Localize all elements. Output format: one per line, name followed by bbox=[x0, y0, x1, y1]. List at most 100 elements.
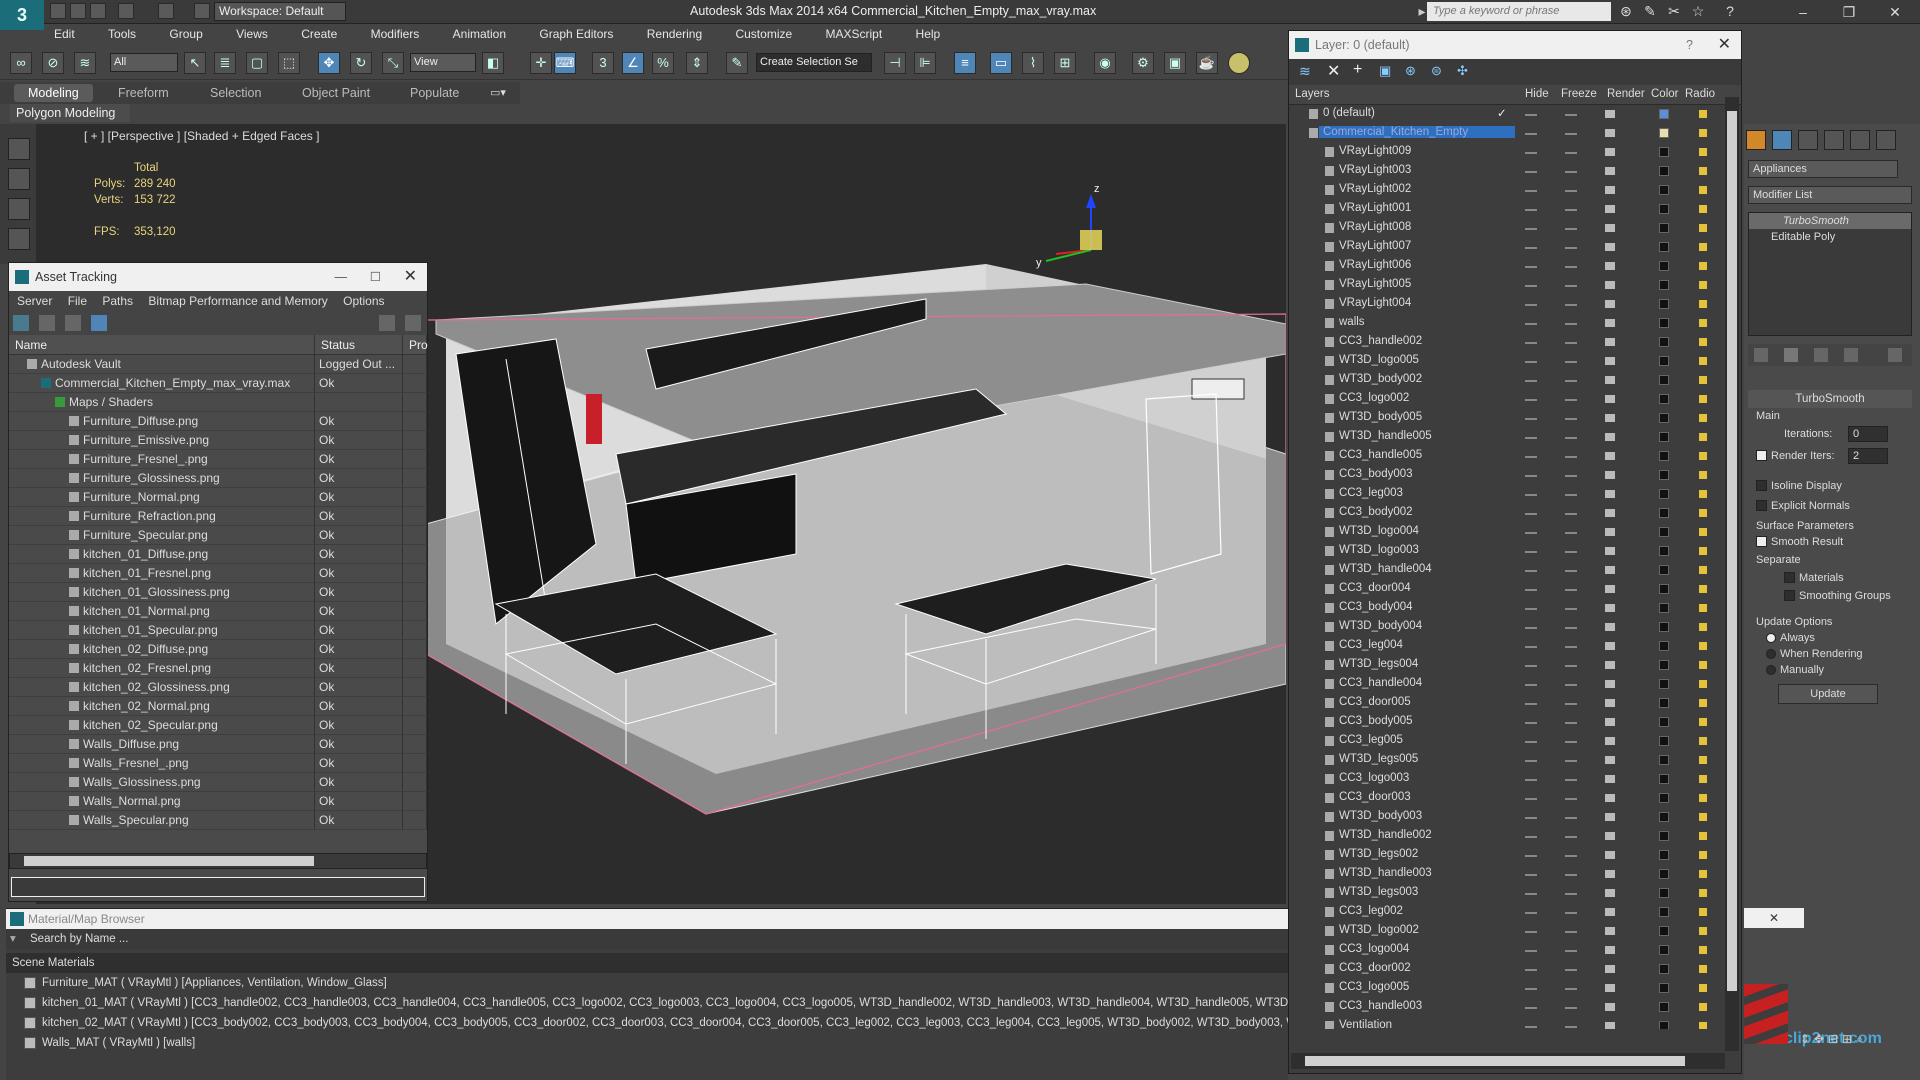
layer-color-swatch[interactable] bbox=[1659, 793, 1669, 803]
layer-row[interactable]: CC3_door004 bbox=[1289, 580, 1741, 599]
layer-color-swatch[interactable] bbox=[1659, 299, 1669, 309]
layer-row[interactable]: VRayLight002 bbox=[1289, 181, 1741, 200]
layer-row[interactable]: CC3_handle003 bbox=[1289, 998, 1741, 1017]
column-name[interactable]: Name bbox=[9, 335, 315, 354]
hide-toggle[interactable] bbox=[1525, 779, 1537, 781]
hide-toggle[interactable] bbox=[1525, 589, 1537, 591]
hide-toggle[interactable] bbox=[1525, 874, 1537, 876]
refresh-icon[interactable] bbox=[13, 315, 29, 331]
render-toggle-icon[interactable] bbox=[1605, 395, 1615, 403]
utilities-panel-icon[interactable] bbox=[1876, 130, 1896, 150]
freeze-toggle[interactable] bbox=[1565, 836, 1577, 838]
material-row[interactable]: kitchen_02_MAT ( VRayMtl ) [CC3_body002,… bbox=[6, 1013, 1288, 1033]
layer-color-swatch[interactable] bbox=[1659, 584, 1669, 594]
layer-color-swatch[interactable] bbox=[1659, 812, 1669, 822]
link-icon[interactable]: ∞ bbox=[10, 52, 32, 74]
render-toggle-icon[interactable] bbox=[1605, 300, 1615, 308]
asset-menu-file[interactable]: File bbox=[68, 294, 87, 308]
radiosity-toggle-icon[interactable] bbox=[1699, 357, 1707, 365]
layer-color-swatch[interactable] bbox=[1659, 717, 1669, 727]
layer-color-swatch[interactable] bbox=[1659, 470, 1669, 480]
menu-customize[interactable]: Customize bbox=[735, 24, 792, 44]
radiosity-toggle-icon[interactable] bbox=[1699, 338, 1707, 346]
radiosity-toggle-icon[interactable] bbox=[1699, 889, 1707, 897]
minimize-window-icon[interactable]: — bbox=[335, 263, 348, 291]
render-toggle-icon[interactable] bbox=[1605, 262, 1615, 270]
curve-editor-icon[interactable]: ⌇ bbox=[1022, 52, 1044, 74]
radiosity-toggle-icon[interactable] bbox=[1699, 908, 1707, 916]
radiosity-toggle-icon[interactable] bbox=[1699, 566, 1707, 574]
render-toggle-icon[interactable] bbox=[1605, 585, 1615, 593]
hide-toggle[interactable] bbox=[1525, 665, 1537, 667]
select-rotate-icon[interactable]: ↻ bbox=[350, 52, 372, 74]
binoculars-icon[interactable]: ⊛ bbox=[1618, 3, 1634, 19]
render-toggle-icon[interactable] bbox=[1605, 832, 1615, 840]
hide-toggle[interactable] bbox=[1525, 817, 1537, 819]
asset-row[interactable]: Autodesk Vault Logged Out ... bbox=[9, 355, 427, 374]
freeze-toggle[interactable] bbox=[1565, 114, 1577, 116]
render-toggle-icon[interactable] bbox=[1605, 946, 1615, 954]
freeze-toggle[interactable] bbox=[1565, 247, 1577, 249]
radiosity-toggle-icon[interactable] bbox=[1699, 661, 1707, 669]
asset-row[interactable]: Walls_Diffuse.png Ok bbox=[9, 735, 427, 754]
layer-row[interactable]: CC3_logo004 bbox=[1289, 941, 1741, 960]
radiosity-toggle-icon[interactable] bbox=[1699, 433, 1707, 441]
select-manipulate-icon[interactable]: ✛ bbox=[530, 52, 552, 74]
create-icon[interactable] bbox=[8, 138, 30, 160]
schematic-view-icon[interactable]: ⊞ bbox=[1054, 52, 1076, 74]
layer-row[interactable]: CC3_handle002 bbox=[1289, 333, 1741, 352]
render-toggle-icon[interactable] bbox=[1605, 965, 1615, 973]
layer-row[interactable]: CC3_handle004 bbox=[1289, 675, 1741, 694]
render-toggle-icon[interactable] bbox=[1605, 737, 1615, 745]
new-layer-icon[interactable]: ≋ bbox=[1299, 63, 1311, 80]
scrollbar-thumb[interactable] bbox=[24, 856, 314, 866]
layer-row[interactable]: CC3_leg005 bbox=[1289, 732, 1741, 751]
stack-item-turbosmooth[interactable]: TurboSmooth bbox=[1749, 213, 1911, 229]
freeze-toggle[interactable] bbox=[1565, 437, 1577, 439]
hide-toggle[interactable] bbox=[1525, 342, 1537, 344]
render-toggle-icon[interactable] bbox=[1605, 224, 1615, 232]
render-toggle-icon[interactable] bbox=[1605, 433, 1615, 441]
layer-color-swatch[interactable] bbox=[1659, 660, 1669, 670]
layer-horizontal-scrollbar[interactable] bbox=[1291, 1053, 1725, 1069]
viewport-navigation-controls[interactable]: ⇕✥⊟⊞⌕ bbox=[1800, 1032, 1916, 1052]
radiosity-toggle-icon[interactable] bbox=[1699, 794, 1707, 802]
list-view-icon[interactable] bbox=[39, 315, 55, 331]
create-panel-icon[interactable] bbox=[1746, 130, 1766, 150]
freeze-toggle[interactable] bbox=[1565, 228, 1577, 230]
delete-layer-icon[interactable]: ✕ bbox=[1327, 61, 1340, 81]
freeze-toggle[interactable] bbox=[1565, 570, 1577, 572]
hide-toggle[interactable] bbox=[1525, 551, 1537, 553]
add-to-layer-icon[interactable]: + bbox=[1353, 61, 1362, 79]
select-objects-icon[interactable]: ▣ bbox=[1379, 63, 1391, 79]
layer-row[interactable]: CC3_logo002 bbox=[1289, 390, 1741, 409]
motion-panel-icon[interactable] bbox=[1824, 130, 1844, 150]
render-toggle-icon[interactable] bbox=[1605, 376, 1615, 384]
asset-path-field[interactable] bbox=[11, 877, 425, 897]
current-layer-check-icon[interactable]: ✓ bbox=[1497, 106, 1507, 120]
freeze-toggle[interactable] bbox=[1565, 380, 1577, 382]
menu-create[interactable]: Create bbox=[301, 24, 337, 44]
render-toggle-icon[interactable] bbox=[1605, 775, 1615, 783]
material-editor-icon[interactable]: ◉ bbox=[1094, 52, 1116, 74]
tab-populate[interactable]: Populate bbox=[396, 84, 473, 102]
render-toggle-icon[interactable] bbox=[1605, 186, 1615, 194]
freeze-toggle[interactable] bbox=[1565, 494, 1577, 496]
freeze-toggle[interactable] bbox=[1565, 133, 1577, 135]
layer-title-bar[interactable]: Layer: 0 (default) ? ✕ bbox=[1289, 31, 1741, 59]
asset-row[interactable]: Walls_Fresnel_.png Ok bbox=[9, 754, 427, 773]
render-toggle-icon[interactable] bbox=[1605, 718, 1615, 726]
layer-color-swatch[interactable] bbox=[1659, 641, 1669, 651]
maximize-window-icon[interactable]: ☐ bbox=[370, 263, 381, 291]
make-unique-icon[interactable] bbox=[1814, 348, 1828, 362]
layer-row[interactable]: 0 (default) ✓ bbox=[1289, 105, 1741, 124]
freeze-toggle[interactable] bbox=[1565, 513, 1577, 515]
iterations-spinner[interactable]: 0 bbox=[1848, 426, 1888, 442]
layer-row[interactable]: WT3D_handle003 bbox=[1289, 865, 1741, 884]
layer-color-swatch[interactable] bbox=[1659, 736, 1669, 746]
menu-views[interactable]: Views bbox=[236, 24, 268, 44]
render-toggle-icon[interactable] bbox=[1605, 1003, 1615, 1011]
col-freeze[interactable]: Freeze bbox=[1561, 88, 1597, 100]
close-window-icon[interactable]: ✕ bbox=[404, 263, 417, 291]
layer-row[interactable]: WT3D_logo002 bbox=[1289, 922, 1741, 941]
